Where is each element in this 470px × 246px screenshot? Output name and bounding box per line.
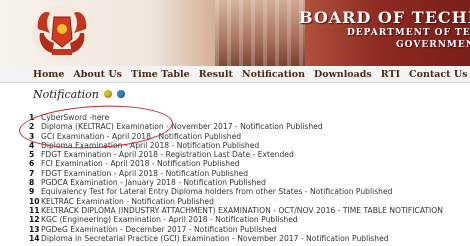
item-link[interactable]: Diploma in Secretarial Practice (GCI) Ex…	[41, 234, 389, 243]
nav-about-us[interactable]: About Us	[73, 69, 122, 80]
item-number: 9	[29, 187, 35, 197]
nav-rti[interactable]: RTI	[381, 69, 400, 80]
list-item[interactable]: 12 KGC (Engineering) Examination - April …	[29, 215, 470, 224]
list-item[interactable]: 14 Diploma in Secretarial Practice (GCI) …	[29, 234, 470, 243]
notification-heading: Notification	[33, 86, 125, 102]
item-number: 2	[29, 122, 35, 132]
board-title: BOARD OF TECHNICAL EDU	[299, 8, 470, 27]
list-item[interactable]: 5 FDGT Examination - April 2018 - Registr…	[29, 150, 470, 159]
list-item[interactable]: 4 Diploma Examination - April 2018 - Noti…	[29, 141, 470, 150]
item-number: 10	[29, 196, 40, 206]
list-item[interactable]: 11 KELTRACK DIPLOMA (INDUSTRY ATTACHMENT)…	[29, 206, 470, 215]
nav-contact-us[interactable]: Contact Us	[409, 69, 467, 80]
item-number: 7	[29, 168, 35, 178]
item-number: 1	[29, 113, 35, 122]
yellow-dot-icon	[103, 90, 112, 98]
notification-list: 1 CyberSword -here 2 Diploma (KELTRAC) Exa…	[29, 113, 470, 243]
list-item[interactable]: 13 PGDeG Examination - December 2017 - No…	[29, 225, 470, 234]
item-number: 11	[29, 205, 40, 215]
list-item[interactable]: 6 FCI Examination - April 2018 - Notifica…	[29, 159, 470, 168]
list-item[interactable]: 7 FDGT Examination - April 2018 - Notific…	[29, 169, 470, 178]
notification-title: Notification	[33, 87, 99, 101]
item-link[interactable]: GCI Examination - April 2018 - Notificat…	[41, 132, 241, 141]
item-number: 3	[29, 131, 35, 141]
nav-downloads[interactable]: Downloads	[314, 69, 372, 80]
item-link[interactable]: KGC (Engineering) Examination - April 20…	[41, 215, 298, 224]
item-link[interactable]: FDGT Examination - April 2018 - Notifica…	[41, 169, 248, 178]
list-item[interactable]: 1 CyberSword -here	[29, 113, 470, 122]
header-banner: BOARD OF TECHNICAL EDU DEPARTMENT OF TEC…	[0, 0, 470, 66]
building-photo	[215, 0, 305, 66]
item-number: 5	[29, 150, 35, 160]
nav-result[interactable]: Result	[199, 69, 233, 80]
list-item[interactable]: 3 GCI Examination - April 2018 - Notifica…	[29, 132, 470, 141]
item-link[interactable]: Equivalency Test for Lateral Entry Diplo…	[41, 187, 393, 196]
item-link[interactable]: Diploma (KELTRAC) Examination - November…	[41, 122, 323, 131]
list-item[interactable]: 10 KELTRAC Examination - Notification Pub…	[29, 197, 470, 206]
list-item[interactable]: 8 PGDCA Examination - January 2018 - Noti…	[29, 178, 470, 187]
item-link[interactable]: PGDCA Examination - January 2018 - Notif…	[41, 178, 266, 187]
item-number: 12	[29, 215, 40, 225]
item-number: 13	[29, 224, 40, 234]
nav-notification[interactable]: Notification	[242, 69, 305, 80]
item-link[interactable]: Diploma Examination - April 2018 - Notif…	[41, 141, 259, 150]
item-link[interactable]: FDGT Examination - April 2018 - Registra…	[41, 150, 294, 159]
list-item[interactable]: 2 Diploma (KELTRAC) Examination - Novembe…	[29, 122, 470, 131]
item-link[interactable]: KELTRAC Examination - Notification Publi…	[41, 197, 214, 206]
blue-dot-icon	[116, 90, 125, 98]
nav-home[interactable]: Home	[33, 69, 64, 80]
kerala-emblem-logo[interactable]	[30, 3, 94, 63]
list-item[interactable]: 9 Equivalency Test for Lateral Entry Dipl…	[29, 187, 470, 196]
item-link[interactable]: FCI Examination - April 2018 - Notificat…	[41, 159, 240, 168]
nav-time-table[interactable]: Time Table	[131, 69, 190, 80]
item-number: 8	[29, 178, 35, 188]
item-link[interactable]: CyberSword -here	[41, 113, 109, 122]
main-nav: Home About Us Time Table Result Notifica…	[0, 66, 470, 83]
government-title: GOVERNMENT	[396, 40, 470, 50]
item-number: 6	[29, 159, 35, 169]
item-number: 4	[29, 140, 35, 150]
item-number: 14	[29, 233, 40, 243]
item-link[interactable]: PGDeG Examination - December 2017 - Noti…	[41, 225, 277, 234]
item-link[interactable]: KELTRACK DIPLOMA (INDUSTRY ATTACHMENT) E…	[41, 206, 443, 215]
department-title: DEPARTMENT OF TECHNICAL E	[347, 28, 470, 38]
